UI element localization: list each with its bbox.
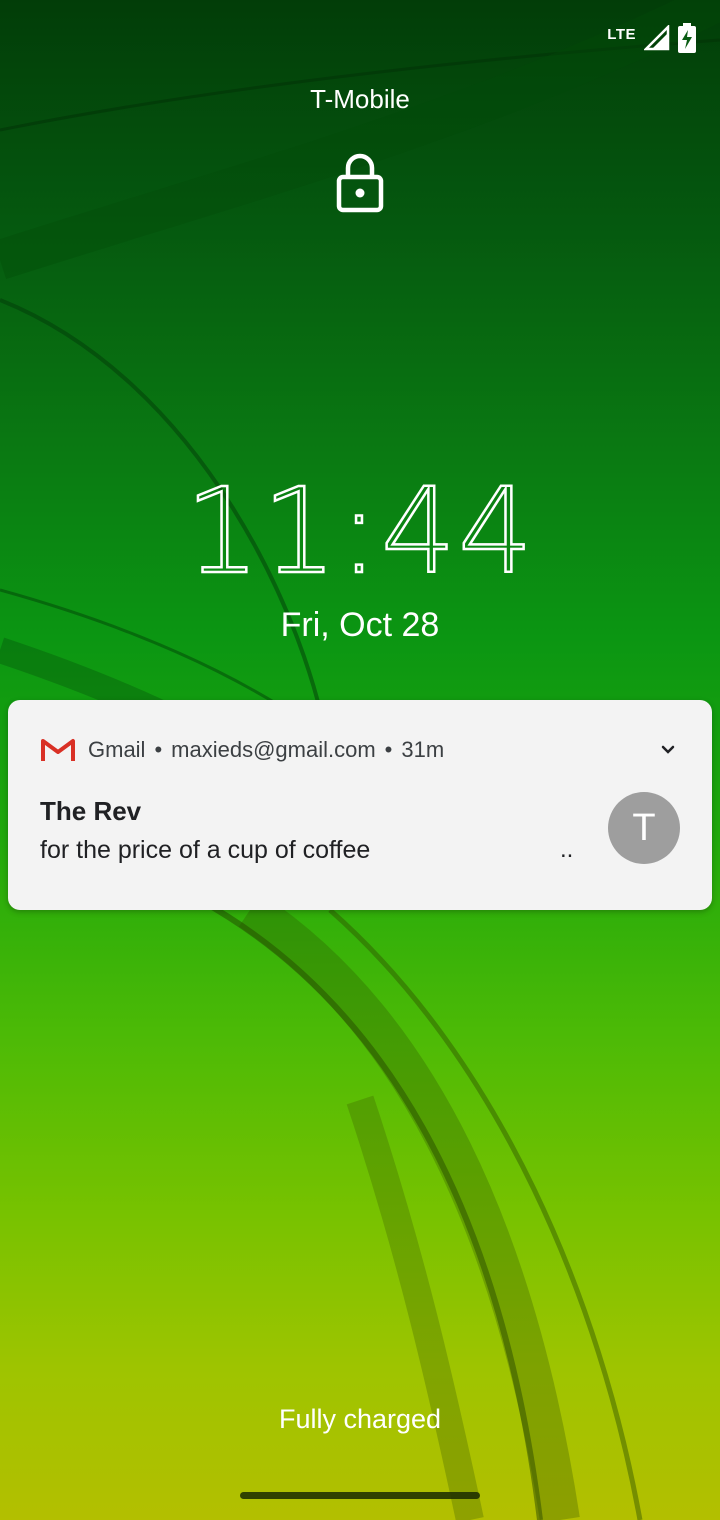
chevron-down-icon[interactable] [656, 738, 680, 762]
clock-minutes: 44 [380, 461, 536, 602]
gmail-notification[interactable]: Gmail • maxieds@gmail.com • 31m The Rev … [8, 700, 712, 910]
gmail-icon [41, 739, 75, 761]
clock: 11:44 [0, 461, 720, 602]
network-type-label: LTE [607, 25, 636, 43]
charging-status: Fully charged [278, 1404, 442, 1434]
separator-dot: • [154, 737, 163, 762]
navigation-handle[interactable] [240, 1492, 480, 1499]
notification-title: The Rev [40, 796, 142, 826]
account-email: maxieds@gmail.com [171, 737, 376, 762]
notification-ellipsis: .. [560, 836, 574, 863]
battery-charging-icon [678, 23, 696, 53]
separator-dot: • [384, 737, 393, 762]
avatar: T [608, 792, 680, 864]
status-bar: LTE [607, 20, 696, 56]
carrier-name: T-Mobile [310, 84, 410, 114]
clock-hours: 11 [184, 461, 340, 602]
notification-body: for the price of a cup of coffee [40, 836, 371, 864]
time-ago: 31m [401, 737, 445, 762]
lock-icon[interactable] [334, 152, 386, 214]
date: Fri, Oct 28 [280, 606, 440, 644]
app-name: Gmail [88, 737, 146, 762]
notification-header: Gmail • maxieds@gmail.com • 31m [40, 734, 680, 766]
clock-separator: : [338, 461, 381, 602]
cell-signal-icon [644, 25, 670, 51]
